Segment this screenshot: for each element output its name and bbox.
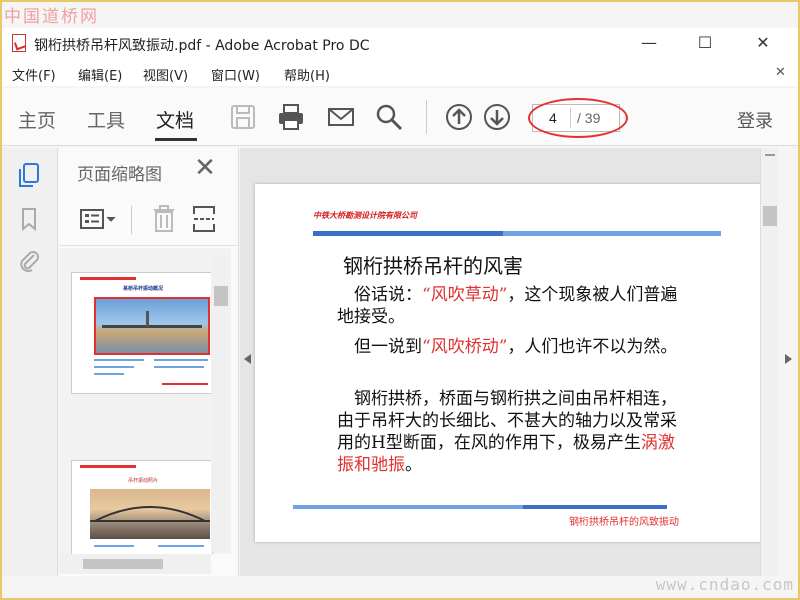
paragraph-2: 但一说到“风吹桥动”，人们也许不以为然。 <box>337 336 687 358</box>
p3-text-a: 钢桁拱桥，桥面与钢桁拱之间由吊杆相连，由于吊杆大的长细比、不甚大的轴力以及常采用… <box>337 389 677 453</box>
page-down-icon[interactable] <box>482 102 512 132</box>
company-name: 中铁大桥勘测设计院有限公司 <box>313 210 417 220</box>
pdf-file-icon <box>12 34 26 52</box>
active-tab-indicator <box>155 138 197 141</box>
annotation-highlight-ellipse <box>528 98 628 138</box>
navigation-rail <box>0 148 58 576</box>
bookmark-icon[interactable] <box>16 206 42 232</box>
email-icon[interactable] <box>326 102 356 132</box>
watermark-bottom: www.cndao.com <box>655 575 794 594</box>
p1-highlight: “风吹草动” <box>422 285 508 305</box>
p2-text-a: 但一说到 <box>354 337 422 357</box>
p2-highlight: “风吹桥动” <box>422 337 508 357</box>
close-document-button[interactable]: ✕ <box>775 65 786 80</box>
tab-tools[interactable]: 工具 <box>87 106 125 133</box>
paragraph-3: 钢桁拱桥，桥面与钢桁拱之间由吊杆相连，由于吊杆大的长细比、不甚大的轴力以及常采用… <box>337 388 687 476</box>
thumbnail-company-line <box>80 277 136 280</box>
menu-edit[interactable]: 编辑(E) <box>78 65 122 84</box>
document-vertical-scrollbar[interactable] <box>760 148 778 576</box>
print-icon[interactable] <box>276 102 306 132</box>
toolbar-separator <box>426 100 427 134</box>
page-thumbnails-icon[interactable] <box>16 162 42 188</box>
panel-toolbar <box>59 194 239 246</box>
paragraph-1: 俗话说：“风吹草动”，这个现象被人们普遍地接受。 <box>337 284 687 328</box>
thumbnail-photo <box>90 489 210 539</box>
scroll-up-icon[interactable] <box>765 154 775 156</box>
slide-footer: 钢桁拱桥吊杆的风致振动 <box>569 517 679 528</box>
scrollbar-thumb[interactable] <box>214 286 228 306</box>
p2-text-b: ，人们也许不以为然。 <box>507 337 678 357</box>
thumbnail-heading: 吊杆振动照片 <box>127 478 158 484</box>
title-bar: 钢桁拱桥吊杆风致振动.pdf - Adobe Acrobat Pro DC — … <box>0 28 800 62</box>
panel-tool-separator <box>131 206 132 234</box>
collapse-panel-arrow-icon[interactable] <box>244 354 251 364</box>
thumbnail-list: 某桥吊杆振动概况 2 吊杆振动照片 <box>59 248 231 554</box>
panel-title: 页面缩略图 <box>77 165 162 185</box>
main-toolbar: 主页 工具 文档 / 39 登录 <box>0 88 800 146</box>
watermark-top: 中国道桥网 <box>4 7 99 27</box>
expand-right-panel-arrow-icon[interactable] <box>785 354 792 364</box>
minimize-button[interactable]: — <box>626 28 672 58</box>
page-thumbnail[interactable]: 某桥吊杆振动概况 <box>71 272 213 394</box>
thumbnail-horizontal-scrollbar[interactable] <box>59 554 211 574</box>
delete-page-icon[interactable] <box>151 204 177 234</box>
tab-home[interactable]: 主页 <box>18 106 56 133</box>
thumbnail-photo <box>94 297 210 355</box>
maximize-button[interactable]: ☐ <box>682 28 728 58</box>
tab-document[interactable]: 文档 <box>156 106 194 133</box>
extract-pages-icon[interactable] <box>191 204 217 234</box>
close-window-button[interactable]: ✕ <box>740 28 786 58</box>
page-up-icon[interactable] <box>444 102 474 132</box>
page-thumbnail[interactable]: 吊杆振动照片 <box>71 460 213 554</box>
login-link[interactable]: 登录 <box>737 107 773 133</box>
close-panel-button[interactable]: ✕ <box>191 154 219 182</box>
header-bar-light <box>503 231 721 236</box>
p1-text-a: 俗话说： <box>354 285 422 305</box>
menu-file[interactable]: 文件(F) <box>12 65 56 84</box>
thumbnails-panel: 页面缩略图 ✕ 某桥吊杆振动概况 吊杆振动照片 <box>59 148 239 576</box>
window-title: 钢桁拱桥吊杆风致振动.pdf - Adobe Acrobat Pro DC <box>34 38 370 54</box>
footer-bar-dark <box>523 505 667 509</box>
footer-bar-light <box>293 505 523 509</box>
scrollbar-thumb[interactable] <box>763 206 777 226</box>
attachment-icon[interactable] <box>16 248 42 274</box>
thumbnail-vertical-scrollbar[interactable] <box>211 256 231 552</box>
document-viewport: 中铁大桥勘测设计院有限公司 钢桁拱桥吊杆的风害 俗话说：“风吹草动”，这个现象被… <box>240 148 761 576</box>
thumbnail-heading: 某桥吊杆振动概况 <box>72 285 212 297</box>
menu-bar: 文件(F) 编辑(E) 视图(V) 窗口(W) 帮助(H) ✕ <box>0 62 800 86</box>
search-icon[interactable] <box>374 102 404 132</box>
menu-view[interactable]: 视图(V) <box>143 65 188 84</box>
thumbnail-options-icon[interactable] <box>79 208 117 232</box>
header-bar-dark <box>313 231 503 236</box>
menu-help[interactable]: 帮助(H) <box>284 65 330 84</box>
pdf-page: 中铁大桥勘测设计院有限公司 钢桁拱桥吊杆的风害 俗话说：“风吹草动”，这个现象被… <box>255 184 761 542</box>
slide-title: 钢桁拱桥吊杆的风害 <box>343 254 523 278</box>
save-icon[interactable] <box>228 102 258 132</box>
menu-window[interactable]: 窗口(W) <box>211 65 260 84</box>
p3-text-b: 。 <box>405 455 422 475</box>
scrollbar-thumb[interactable] <box>83 559 163 569</box>
